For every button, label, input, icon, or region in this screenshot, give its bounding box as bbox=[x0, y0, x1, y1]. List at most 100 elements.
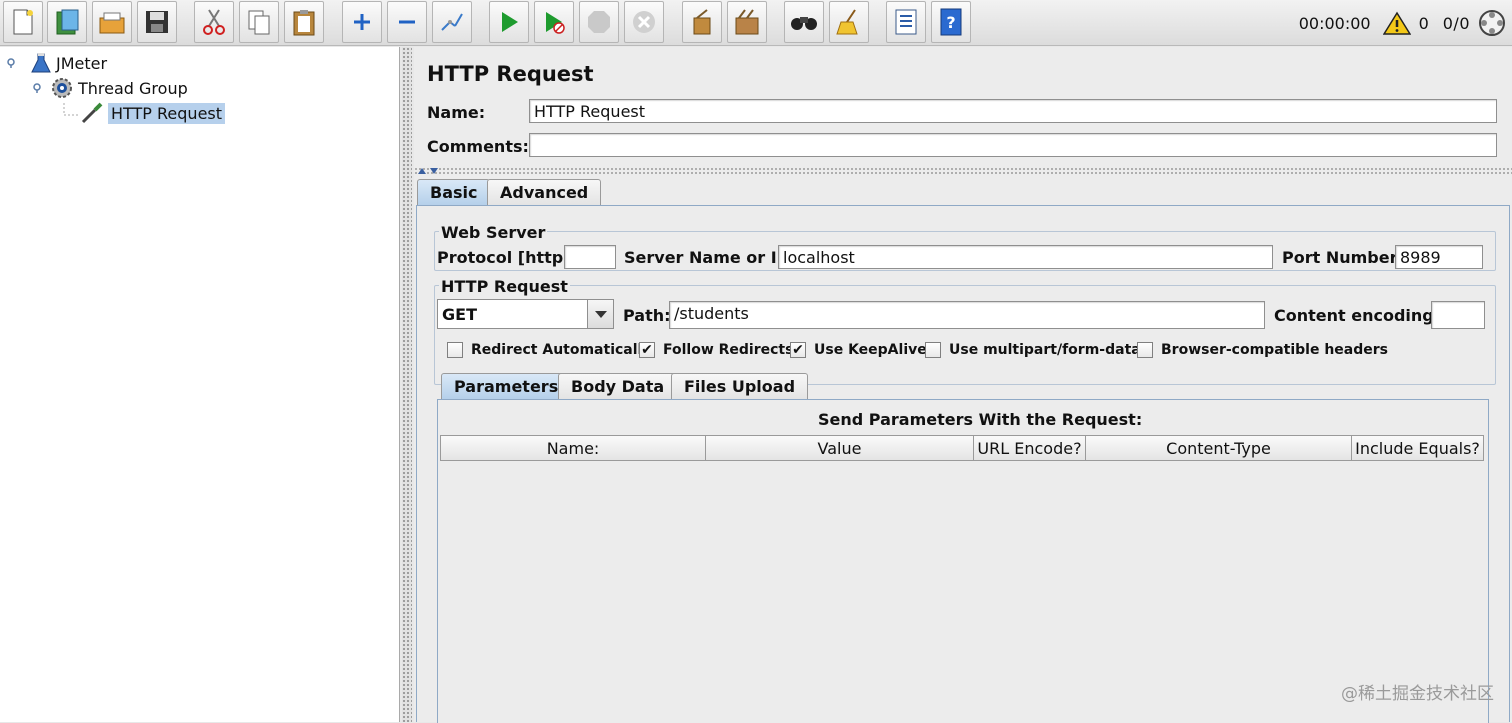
tab-body-data[interactable]: Body Data bbox=[558, 373, 678, 399]
protocol-field[interactable] bbox=[564, 245, 616, 269]
help-icon: ? bbox=[940, 8, 962, 36]
tree-handle-icon[interactable] bbox=[32, 83, 42, 93]
reset-search-icon bbox=[836, 9, 858, 35]
tab-basic[interactable]: Basic bbox=[417, 179, 491, 205]
tree-item-label: Thread Group bbox=[78, 78, 188, 98]
checkbox-box[interactable] bbox=[1137, 342, 1153, 358]
shutdown-icon bbox=[633, 11, 655, 33]
reset-search-button[interactable] bbox=[829, 1, 869, 43]
horizontal-splitter[interactable] bbox=[414, 167, 1512, 175]
clear-button[interactable] bbox=[682, 1, 722, 43]
parameters-table-header: Name: Value URL Encode? Content-Type Inc… bbox=[440, 435, 1484, 461]
path-field[interactable]: /students bbox=[669, 301, 1265, 329]
tab-advanced[interactable]: Advanced bbox=[487, 179, 602, 205]
tab-files-upload[interactable]: Files Upload bbox=[671, 373, 809, 399]
column-header-name[interactable]: Name: bbox=[440, 435, 706, 461]
collapse-button[interactable] bbox=[387, 1, 427, 43]
checkmark-icon[interactable]: ✔ bbox=[639, 342, 655, 358]
tree-item-label: HTTP Request bbox=[108, 102, 226, 124]
parameters-title: Send Parameters With the Request: bbox=[818, 410, 1143, 429]
checkmark-icon[interactable]: ✔ bbox=[790, 342, 806, 358]
remote-status-icon bbox=[1479, 10, 1505, 36]
browser-compatible-headers-checkbox[interactable]: Browser-compatible headers bbox=[1137, 342, 1388, 358]
method-value: GET bbox=[442, 304, 477, 324]
path-label: Path: bbox=[623, 306, 671, 325]
checkbox-box[interactable] bbox=[447, 342, 463, 358]
new-icon bbox=[13, 9, 33, 35]
open-icon bbox=[99, 12, 125, 34]
checkbox-box[interactable] bbox=[925, 342, 941, 358]
start-button[interactable] bbox=[489, 1, 529, 43]
checkbox-label: Follow Redirects bbox=[663, 342, 794, 358]
use-multipart-checkbox[interactable]: Use multipart/form-data bbox=[925, 342, 1141, 358]
new-button[interactable] bbox=[3, 1, 43, 43]
method-select[interactable]: GET bbox=[437, 299, 614, 329]
cut-button[interactable] bbox=[194, 1, 234, 43]
toggle-icon bbox=[441, 13, 463, 31]
stop-icon bbox=[588, 11, 610, 33]
tree-item-jmeter[interactable]: JMeter bbox=[6, 51, 107, 75]
basic-tab-content: Web Server Protocol [http]: Server Name … bbox=[416, 205, 1510, 723]
comments-field[interactable] bbox=[529, 133, 1497, 157]
test-plan-tree: JMeter Thread Group HTTP Request bbox=[0, 47, 400, 722]
web-server-legend: Web Server bbox=[439, 223, 548, 242]
cut-icon bbox=[203, 9, 225, 35]
comments-label: Comments: bbox=[427, 137, 529, 156]
name-label: Name: bbox=[427, 103, 486, 122]
checkbox-label: Use multipart/form-data bbox=[949, 342, 1141, 358]
column-header-value[interactable]: Value bbox=[706, 435, 974, 461]
collapse-icon bbox=[399, 20, 415, 24]
checkbox-label: Redirect Automatically bbox=[471, 342, 652, 358]
gear-icon bbox=[52, 78, 72, 98]
copy-button[interactable] bbox=[239, 1, 279, 43]
tree-connector bbox=[63, 103, 78, 116]
expand-button[interactable] bbox=[342, 1, 382, 43]
checkbox-label: Browser-compatible headers bbox=[1161, 342, 1388, 358]
stop-button[interactable] bbox=[579, 1, 619, 43]
follow-redirects-checkbox[interactable]: ✔ Follow Redirects bbox=[639, 342, 793, 358]
name-field[interactable]: HTTP Request bbox=[529, 99, 1497, 123]
pane-splitter[interactable] bbox=[402, 47, 412, 722]
clear-all-button[interactable] bbox=[727, 1, 767, 43]
function-helper-icon bbox=[895, 9, 917, 35]
redirect-automatically-checkbox[interactable]: Redirect Automatically bbox=[447, 342, 651, 358]
server-name-field[interactable]: localhost bbox=[778, 245, 1273, 269]
start-no-pause-button[interactable] bbox=[534, 1, 574, 43]
tree-handle-icon[interactable] bbox=[6, 58, 16, 68]
column-header-include-equals[interactable]: Include Equals? bbox=[1352, 435, 1484, 461]
tree-item-http-request[interactable]: HTTP Request bbox=[80, 101, 226, 125]
content-encoding-field[interactable] bbox=[1431, 301, 1485, 329]
start-no-pause-icon bbox=[546, 12, 565, 34]
function-helper-button[interactable] bbox=[886, 1, 926, 43]
toolbar: ? 00:00:00 0 0/0 bbox=[0, 0, 1512, 46]
use-keepalive-checkbox[interactable]: ✔ Use KeepAlive bbox=[790, 342, 927, 358]
chevron-down-icon[interactable] bbox=[587, 300, 613, 328]
tree-item-thread-group[interactable]: Thread Group bbox=[32, 76, 188, 100]
templates-button[interactable] bbox=[47, 1, 87, 43]
parameters-table-body[interactable] bbox=[440, 461, 1484, 721]
help-button[interactable]: ? bbox=[931, 1, 971, 43]
http-request-legend: HTTP Request bbox=[439, 277, 570, 296]
clear-icon bbox=[693, 9, 711, 35]
clear-all-icon bbox=[735, 9, 759, 35]
shutdown-button[interactable] bbox=[624, 1, 664, 43]
paste-icon bbox=[293, 10, 315, 36]
save-button[interactable] bbox=[137, 1, 177, 43]
svg-text:?: ? bbox=[946, 13, 955, 32]
tree-item-label: JMeter bbox=[56, 53, 108, 73]
port-number-field[interactable]: 8989 bbox=[1395, 245, 1483, 269]
toggle-button[interactable] bbox=[432, 1, 472, 43]
warning-icon[interactable] bbox=[1382, 11, 1411, 35]
collapse-arrows-icon[interactable] bbox=[416, 167, 444, 175]
copy-icon bbox=[248, 10, 270, 35]
column-header-content-type[interactable]: Content-Type bbox=[1086, 435, 1352, 461]
search-button[interactable] bbox=[784, 1, 824, 43]
parameters-tab-content: Send Parameters With the Request: Name: … bbox=[437, 399, 1489, 723]
tab-parameters[interactable]: Parameters bbox=[441, 373, 572, 399]
panel-title: HTTP Request bbox=[427, 62, 594, 86]
protocol-label: Protocol [http]: bbox=[437, 248, 577, 267]
paste-button[interactable] bbox=[284, 1, 324, 43]
open-button[interactable] bbox=[92, 1, 132, 43]
server-name-label: Server Name or IP: bbox=[624, 248, 795, 267]
column-header-url-encode[interactable]: URL Encode? bbox=[974, 435, 1086, 461]
